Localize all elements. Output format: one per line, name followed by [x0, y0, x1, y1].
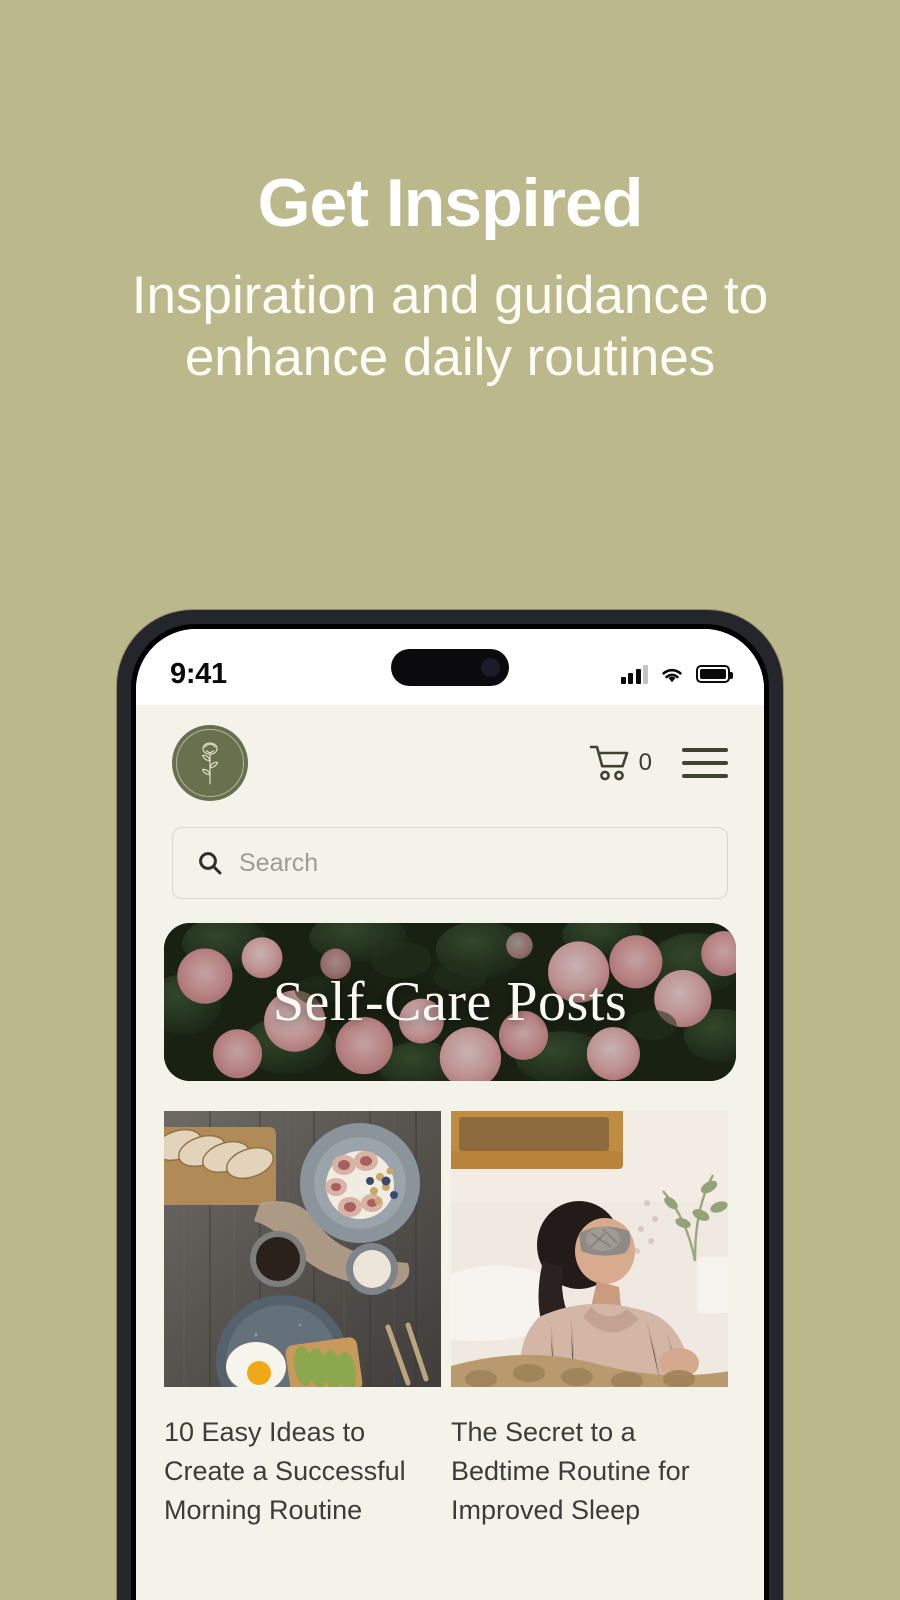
- app-header: 0: [136, 705, 764, 815]
- dynamic-island: [391, 649, 509, 686]
- rose-logo-icon[interactable]: [172, 725, 248, 801]
- search-input[interactable]: Search: [172, 827, 728, 899]
- status-bar-indicators: [620, 664, 733, 684]
- status-bar-time: 9:41: [170, 657, 227, 690]
- header-actions: 0: [588, 743, 728, 783]
- hamburger-menu-icon[interactable]: [682, 748, 728, 778]
- phone-screen: 9:41 0 Search Self-Care Posts 10 Easy Id…: [136, 629, 764, 1600]
- promo-subtitle: Inspiration and guidance to enhance dail…: [131, 266, 769, 387]
- search-placeholder: Search: [239, 848, 319, 877]
- hero-title: Self-Care Posts: [272, 971, 628, 1033]
- cart-count: 0: [638, 749, 652, 776]
- post-title: The Secret to a Bedtime Routine for Impr…: [451, 1417, 690, 1526]
- battery-full-icon: [696, 665, 733, 683]
- phone-device-frame: 9:41 0 Search Self-Care Posts 10 Easy Id…: [117, 610, 783, 1600]
- shopping-cart-icon: [589, 745, 628, 781]
- post-title: 10 Easy Ideas to Create a Successful Mor…: [164, 1417, 406, 1526]
- post-image-breakfast: [164, 1111, 441, 1387]
- search-icon: [199, 852, 222, 875]
- hero-section: Self-Care Posts: [136, 899, 764, 1081]
- search-section: Search: [136, 815, 764, 899]
- hero-banner[interactable]: Self-Care Posts: [164, 923, 736, 1081]
- cart-button[interactable]: 0: [588, 743, 652, 783]
- breakfast-flatlay-image: [164, 1111, 441, 1387]
- front-camera-icon: [481, 658, 500, 677]
- post-card[interactable]: The Secret to a Bedtime Routine for Impr…: [451, 1111, 728, 1530]
- phone-bezel: 9:41 0 Search Self-Care Posts 10 Easy Id…: [131, 624, 769, 1600]
- promo-block: Get Inspired Inspiration and guidance to…: [0, 0, 900, 388]
- wifi-icon: [662, 668, 682, 682]
- post-image-bedtime: [451, 1111, 728, 1387]
- status-bar: 9:41: [136, 629, 764, 705]
- cellular-signal-icon: [620, 664, 648, 684]
- promo-title: Get Inspired: [257, 165, 644, 241]
- post-grid: 10 Easy Ideas to Create a Successful Mor…: [136, 1081, 764, 1530]
- sleeping-woman-image: [451, 1111, 728, 1387]
- post-card[interactable]: 10 Easy Ideas to Create a Successful Mor…: [164, 1111, 441, 1530]
